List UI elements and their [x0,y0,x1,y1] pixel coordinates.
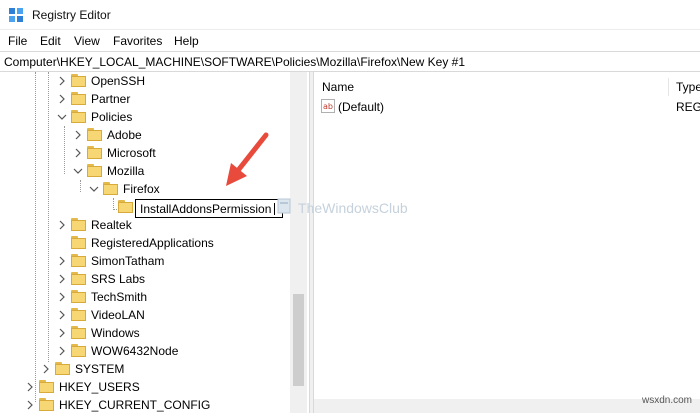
tree-item-label: OpenSSH [91,74,146,88]
tree-item-partner[interactable]: Partner [0,90,290,108]
folder-open-icon [103,182,118,195]
tree-item-hkey-users[interactable]: HKEY_USERS [0,378,290,396]
tree-item-label: SRS Labs [91,272,146,286]
chevron-right-icon[interactable] [57,328,67,338]
chevron-right-icon[interactable] [57,292,67,302]
watermark-text: TheWindowsClub [298,200,408,216]
column-separator[interactable] [668,78,669,96]
tree-item-label: Policies [91,110,133,124]
tree-item-label: HKEY_CURRENT_CONFIG [59,398,211,412]
menu-bar: File Edit View Favorites Help [0,31,700,51]
tree-item-label: Microsoft [107,146,156,160]
tree-item-wow6432node[interactable]: WOW6432Node [0,342,290,360]
chevron-right-icon[interactable] [57,256,67,266]
menu-edit[interactable]: Edit [40,34,61,48]
tree-item-hkey-current-config[interactable]: HKEY_CURRENT_CONFIG [0,396,290,413]
folder-icon [39,380,54,393]
chevron-down-icon[interactable] [57,112,67,122]
chevron-right-icon[interactable] [73,130,83,140]
chevron-right-icon[interactable] [57,94,67,104]
tree-item-simontatham[interactable]: SimonTatham [0,252,290,270]
tree-item-label: Firefox [123,182,160,196]
window-title: Registry Editor [32,8,111,22]
chevron-right-icon[interactable] [57,310,67,320]
svg-text:ab: ab [323,102,333,111]
menu-view[interactable]: View [74,34,100,48]
rename-key-text: InstallAddonsPermission [140,202,272,216]
tree-item-srs-labs[interactable]: SRS Labs [0,270,290,288]
folder-open-icon [87,164,102,177]
tree-scrollbar[interactable] [290,72,307,413]
chevron-right-icon[interactable] [25,382,35,392]
tree-item-windows[interactable]: Windows [0,324,290,342]
folder-icon [71,326,86,339]
folder-icon [71,236,86,249]
title-bar: Registry Editor [0,0,700,30]
column-header-name[interactable]: Name [322,80,354,94]
text-caret [274,203,276,215]
tree-item-policies[interactable]: Policies [0,108,290,126]
folder-icon [39,398,54,411]
chevron-down-icon[interactable] [73,166,83,176]
folder-icon [71,254,86,267]
tree-item-openssh[interactable]: OpenSSH [0,72,290,90]
folder-icon [55,362,70,375]
chevron-right-icon[interactable] [57,274,67,284]
registry-editor-icon [9,8,23,22]
string-value-icon: ab [321,99,335,113]
tree-item-label: Partner [91,92,131,106]
tree-item-label: Realtek [91,218,132,232]
menu-favorites[interactable]: Favorites [113,34,162,48]
tree-item-label: RegisteredApplications [91,236,214,250]
rename-key-input[interactable]: InstallAddonsPermission [135,199,283,218]
tree-item-label: HKEY_USERS [59,380,140,394]
chevron-right-icon[interactable] [57,76,67,86]
tree-item-videolan[interactable]: VideoLAN [0,306,290,324]
tree-item-realtek[interactable]: Realtek [0,216,290,234]
column-header-type[interactable]: Type [676,80,700,94]
tree-item-techsmith[interactable]: TechSmith [0,288,290,306]
tree-item-registeredapplications[interactable]: RegisteredApplications [0,234,290,252]
folder-icon [71,344,86,357]
tree-item-label: TechSmith [91,290,148,304]
annotation-arrow-icon [226,132,269,186]
tree-item-label: SimonTatham [91,254,165,268]
folder-icon [87,146,102,159]
chevron-right-icon[interactable] [25,400,35,410]
folder-icon [71,218,86,231]
folder-icon [71,290,86,303]
folder-icon [87,128,102,141]
tree-item-label: SYSTEM [75,362,125,376]
folder-icon [71,272,86,285]
folder-icon [71,74,86,87]
chevron-right-icon[interactable] [57,220,67,230]
chevron-right-icon[interactable] [57,346,67,356]
tree-item-label: WOW6432Node [91,344,179,358]
tree-item-system[interactable]: SYSTEM [0,360,290,378]
chevron-down-icon[interactable] [89,184,99,194]
folder-open-icon [71,110,86,123]
chevron-right-icon[interactable] [41,364,51,374]
value-type: REG_ [676,100,700,114]
values-list[interactable]: Name Type ab (Default) REG_ [314,72,700,399]
site-footer-mark: wsxdn.com [641,395,692,406]
folder-icon [71,92,86,105]
tree-item-label: Adobe [107,128,142,142]
folder-icon [71,308,86,321]
tree-item-label: Mozilla [107,164,145,178]
tree-item-label: VideoLAN [91,308,145,322]
value-name: (Default) [338,100,385,114]
menu-file[interactable]: File [8,34,27,48]
value-row[interactable]: ab (Default) REG_ [314,98,700,116]
menu-help[interactable]: Help [174,34,199,48]
folder-icon [118,200,133,213]
key-tree[interactable]: OpenSSH Partner Policies Adobe Microsoft… [0,72,309,413]
address-path[interactable]: Computer\HKEY_LOCAL_MACHINE\SOFTWARE\Pol… [4,55,465,69]
address-bar[interactable]: Computer\HKEY_LOCAL_MACHINE\SOFTWARE\Pol… [0,51,700,72]
tree-item-label: Windows [91,326,140,340]
scrollbar-thumb[interactable] [293,294,304,386]
thewindowsclub-logo-icon [277,198,291,214]
chevron-right-icon[interactable] [73,148,83,158]
